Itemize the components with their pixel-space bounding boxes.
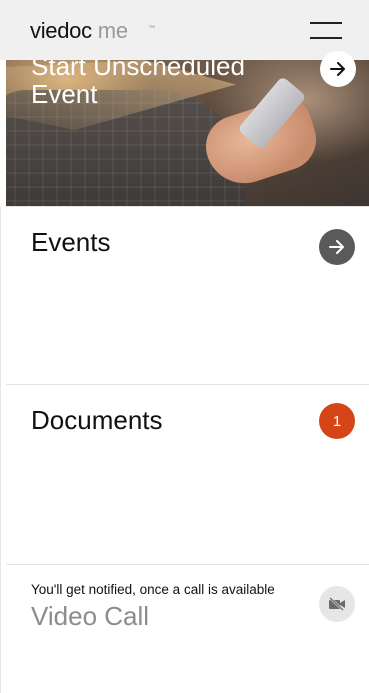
hamburger-menu-icon[interactable] — [310, 20, 342, 42]
app-logo: viedoc me ™ — [30, 18, 155, 44]
events-card[interactable]: Events — [6, 206, 369, 384]
logo-brand: viedoc — [30, 18, 92, 43]
video-call-card: You'll get notified, once a call is avai… — [6, 564, 369, 693]
video-call-title: Video Call — [31, 601, 150, 631]
events-title: Events — [31, 227, 111, 257]
hero-title: Start Unscheduled Event — [31, 60, 245, 109]
video-call-note: You'll get notified, once a call is avai… — [31, 582, 275, 597]
start-unscheduled-event-card[interactable]: Start Unscheduled Event — [6, 60, 369, 206]
app-header: viedoc me ™ — [0, 0, 369, 60]
start-event-arrow-button[interactable] — [320, 51, 356, 87]
documents-count-badge[interactable]: 1 — [319, 403, 355, 439]
video-call-button[interactable] — [319, 586, 355, 622]
documents-card[interactable]: Documents 1 — [6, 384, 369, 564]
logo-trademark: ™ — [148, 25, 155, 32]
arrow-right-icon — [329, 240, 344, 254]
menu-line — [310, 22, 342, 24]
events-arrow-button[interactable] — [319, 229, 355, 265]
arrow-right-icon — [330, 62, 345, 76]
logo-suffix: me — [97, 18, 128, 43]
documents-title: Documents — [31, 405, 163, 435]
menu-line — [310, 37, 342, 39]
video-off-icon — [329, 597, 345, 611]
